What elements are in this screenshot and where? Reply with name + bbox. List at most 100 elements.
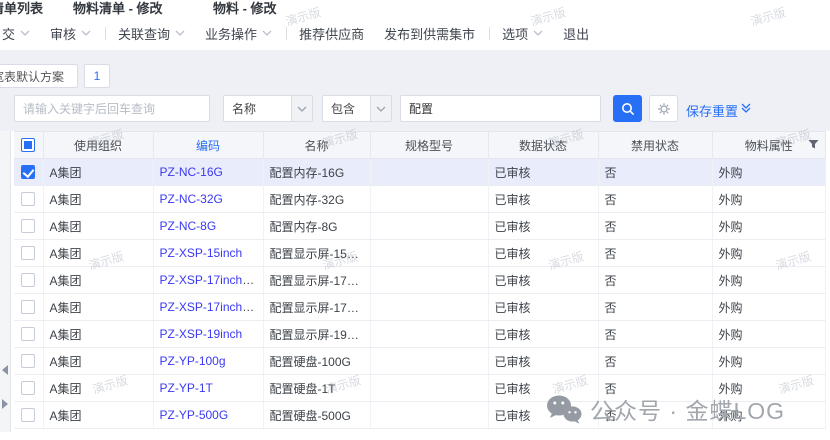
cell-spec — [370, 213, 488, 240]
table-row[interactable]: A集团 PZ-XSP-15inch 配置显示屏-15英寸 已审核 否 外购 — [14, 240, 826, 267]
tab-material-edit[interactable]: 物料 - 修改 — [213, 0, 277, 17]
search-icon — [621, 102, 635, 116]
cell-attr: 外购 — [712, 321, 826, 348]
row-checkbox[interactable] — [21, 219, 35, 233]
toolbar-divider — [105, 27, 106, 40]
table-row[interactable]: A集团 PZ-NC-16G 配置内存-16G 已审核 否 外购 — [14, 159, 826, 186]
cell-disabled: 否 — [598, 240, 712, 267]
cell-code-link[interactable]: PZ-XSP-17inch-BS — [160, 273, 263, 287]
cell-disabled: 否 — [598, 402, 712, 429]
cell-org: A集团 — [43, 240, 153, 267]
left-splitter[interactable] — [0, 131, 11, 432]
cell-spec — [370, 348, 488, 375]
cell-code-link[interactable]: PZ-XSP-19inch — [160, 327, 243, 341]
related-query-label: 关联查询 — [118, 24, 170, 43]
select-all-checkbox[interactable] — [21, 138, 35, 152]
keyword-search-input[interactable] — [14, 95, 210, 122]
audit-button[interactable]: 审核 — [50, 24, 91, 43]
row-checkbox[interactable] — [21, 354, 35, 368]
cell-status: 已审核 — [488, 375, 598, 402]
related-query-button[interactable]: 关联查询 — [118, 24, 185, 43]
chevron-down-icon — [20, 30, 30, 36]
options-label: 选项 — [502, 24, 528, 43]
cell-name: 配置内存-8G — [263, 213, 370, 240]
submit-label: 交 — [2, 24, 15, 43]
cell-code-link[interactable]: PZ-NC-32G — [160, 192, 223, 206]
operator-select[interactable]: 包含 — [322, 95, 392, 122]
column-header-code[interactable]: 编码 — [153, 132, 263, 159]
options-button[interactable]: 选项 — [502, 24, 543, 43]
cell-attr: 外购 — [712, 186, 826, 213]
cell-status: 已审核 — [488, 348, 598, 375]
filter-funnel-icon[interactable] — [808, 139, 819, 153]
tab-list[interactable]: 清单列表 — [0, 0, 43, 17]
column-header-attr[interactable]: 物料属性 — [712, 132, 826, 159]
field-select[interactable]: 名称 — [223, 95, 313, 122]
recommend-supplier-button[interactable]: 推荐供应商 — [299, 24, 364, 43]
column-header-name[interactable]: 名称 — [263, 132, 370, 159]
cell-name: 配置显示屏-15英寸 — [263, 240, 370, 267]
expand-more-icon[interactable] — [740, 102, 752, 117]
cell-code-link[interactable]: PZ-YP-100g — [160, 354, 226, 368]
cell-code-link[interactable]: PZ-NC-16G — [160, 165, 223, 179]
cell-code-link[interactable]: PZ-YP-500G — [160, 408, 229, 422]
row-checkbox[interactable] — [21, 408, 35, 422]
expand-right-icon[interactable] — [2, 399, 8, 409]
table-row[interactable]: A集团 PZ-NC-8G 配置内存-8G 已审核 否 外购 — [14, 213, 826, 240]
cell-code-link[interactable]: PZ-XSP-15inch — [160, 246, 243, 260]
exit-label: 退出 — [563, 24, 589, 43]
table-row[interactable]: A集团 PZ-YP-1T 配置硬盘-1T 已审核 否 外购 — [14, 375, 826, 402]
column-header-org[interactable]: 使用组织 — [43, 132, 153, 159]
cell-attr: 外购 — [712, 348, 826, 375]
chevron-down-icon — [262, 30, 272, 36]
reset-button[interactable]: 重置 — [712, 101, 738, 120]
cell-org: A集团 — [43, 348, 153, 375]
table-row[interactable]: A集团 PZ-XSP-17inch-BS 配置显示屏-17英寸-... 已审核 … — [14, 267, 826, 294]
column-header-status[interactable]: 数据状态 — [488, 132, 598, 159]
chevron-down-icon — [81, 30, 91, 36]
row-checkbox[interactable] — [21, 246, 35, 260]
cell-status: 已审核 — [488, 402, 598, 429]
row-checkbox[interactable] — [21, 165, 35, 179]
table-row[interactable]: A集团 PZ-YP-100g 配置硬盘-100G 已审核 否 外购 — [14, 348, 826, 375]
cell-code-link[interactable]: PZ-NC-8G — [160, 219, 217, 233]
cell-org: A集团 — [43, 267, 153, 294]
column-header-attr-label: 物料属性 — [745, 139, 793, 153]
column-header-spec[interactable]: 规格型号 — [370, 132, 488, 159]
filter-settings-button[interactable] — [649, 95, 678, 122]
cell-disabled: 否 — [598, 267, 712, 294]
publish-market-button[interactable]: 发布到供需集市 — [384, 24, 475, 43]
table-row[interactable]: A集团 PZ-YP-500G 配置硬盘-500G 已审核 否 外购 — [14, 402, 826, 429]
scheme-chip[interactable]: 宽表默认方案 — [0, 64, 78, 88]
cell-code-link[interactable]: PZ-XSP-17inch-HS — [160, 300, 263, 314]
tab-bar: 清单列表 物料清单 - 修改 物料 - 修改 — [0, 0, 830, 16]
cell-code-link[interactable]: PZ-YP-1T — [160, 381, 213, 395]
exit-button[interactable]: 退出 — [563, 24, 589, 43]
chevron-down-icon — [370, 96, 391, 121]
collapse-left-icon[interactable] — [2, 365, 8, 375]
search-row: 名称 包含 保存 重置 — [0, 95, 830, 122]
scheme-count: 1 — [94, 69, 101, 83]
table-row[interactable]: A集团 PZ-XSP-17inch-HS 配置显示屏-17英寸-... 已审核 … — [14, 294, 826, 321]
row-checkbox[interactable] — [21, 192, 35, 206]
cell-name: 配置硬盘-100G — [263, 348, 370, 375]
cell-org: A集团 — [43, 321, 153, 348]
business-op-button[interactable]: 业务操作 — [205, 24, 272, 43]
cell-disabled: 否 — [598, 348, 712, 375]
row-checkbox[interactable] — [21, 273, 35, 287]
cell-org: A集团 — [43, 213, 153, 240]
row-checkbox[interactable] — [21, 300, 35, 314]
cell-spec — [370, 402, 488, 429]
row-checkbox[interactable] — [21, 381, 35, 395]
table-row[interactable]: A集团 PZ-XSP-19inch 配置显示屏-19英寸 已审核 否 外购 — [14, 321, 826, 348]
search-button[interactable] — [613, 95, 642, 122]
column-header-disabled[interactable]: 禁用状态 — [598, 132, 712, 159]
table-row[interactable]: A集团 PZ-NC-32G 配置内存-32G 已审核 否 外购 — [14, 186, 826, 213]
scheme-count-chip[interactable]: 1 — [84, 64, 110, 88]
tab-bom-edit[interactable]: 物料清单 - 修改 — [73, 0, 163, 17]
submit-button[interactable]: 交 — [2, 24, 30, 43]
filter-value-input[interactable] — [400, 95, 601, 122]
save-button[interactable]: 保存 — [686, 101, 712, 120]
row-checkbox[interactable] — [21, 327, 35, 341]
cell-disabled: 否 — [598, 294, 712, 321]
